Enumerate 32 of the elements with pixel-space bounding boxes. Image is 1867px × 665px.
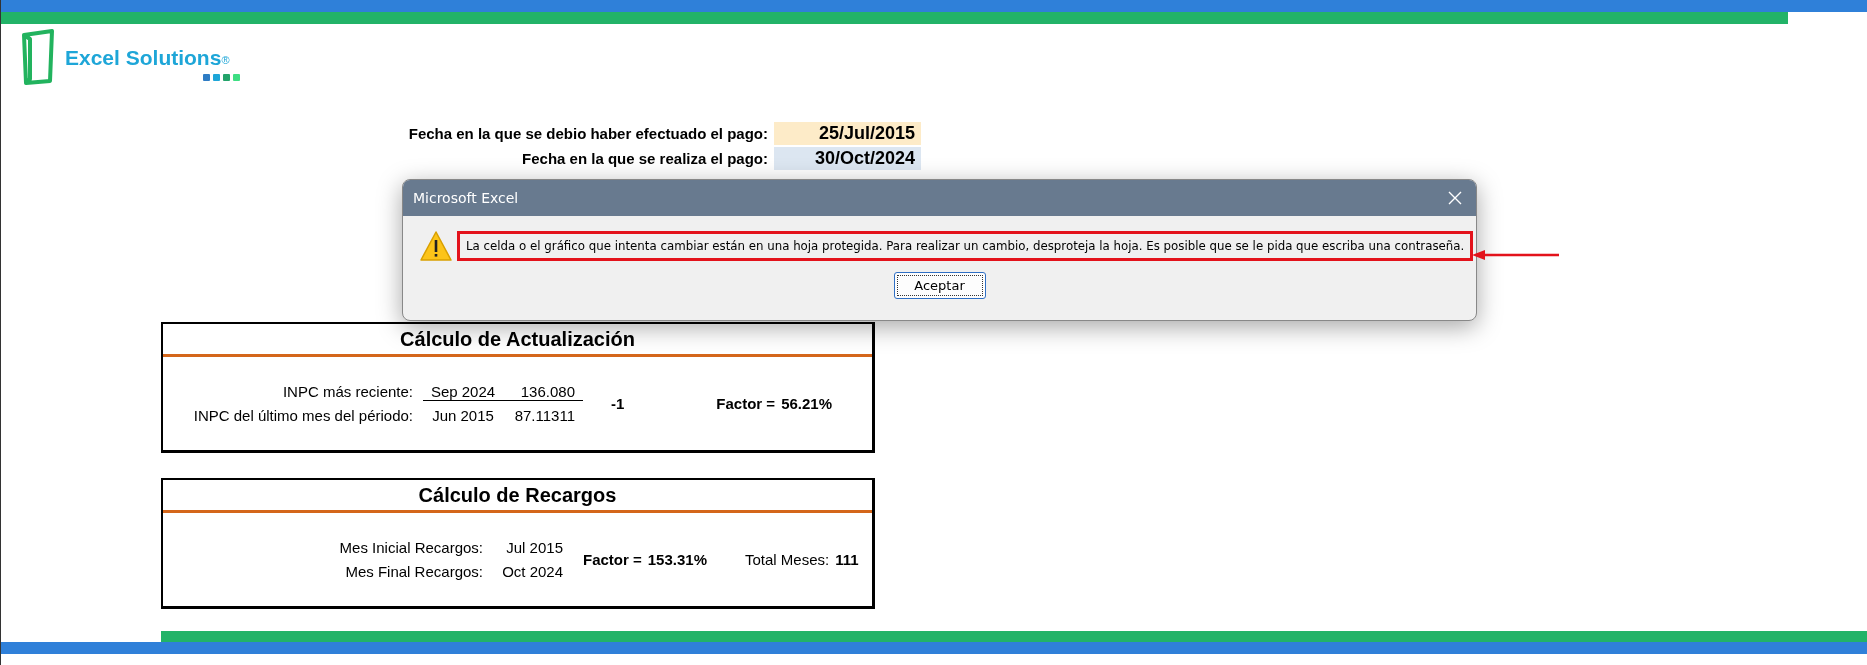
row-label: Mes Inicial Recargos: [339,539,484,556]
result-value: -1 [611,395,625,412]
row-label: INPC más reciente: [282,383,414,400]
logo-wordmark: Excel Solutions [65,46,222,70]
close-icon[interactable] [1448,191,1462,205]
ok-button[interactable]: Aceptar [893,272,986,299]
warning-icon [419,230,453,262]
date-label: Fecha en la que se realiza el pago: [522,150,769,167]
squares-icon [203,74,241,82]
row-label: Mes Final Recargos: [345,563,484,580]
total-label: Total Meses: [745,551,830,568]
dialog-message: La celda o el gráfico que intenta cambiar están en una hoja protegida. Para realizar un cambio, desproteja la hoja. Es posible que se le pida que escriba una contraseña. [457,231,1474,261]
date-cell: 25/Jul/2015 [774,122,921,145]
door-logo-icon [21,29,55,85]
dialog-title: Microsoft Excel [413,190,519,206]
index-value: 136.080 [503,382,583,401]
month-value: Oct 2024 [501,563,564,580]
row-label: INPC del último mes del périodo: [193,407,414,424]
index-value: 87.11311 [513,407,576,424]
total-value: 111 [835,551,859,568]
date-cell: 30/Oct/2024 [774,147,921,170]
date-label: Fecha en la que se debio haber efectuado el pago: [408,125,769,142]
month-value: Jul 2015 [505,539,564,556]
factor-value: 153.31% [647,551,707,568]
factor-label: Factor = [716,395,776,412]
registered-mark: ® [221,54,230,66]
month-value: Sep 2024 [423,382,503,401]
month-value: Jun 2015 [431,407,495,424]
panel-title: Cálculo de Recargos [163,480,872,513]
factor-value: 56.21% [781,395,832,412]
panel-title: Cálculo de Actualización [163,324,872,357]
factor-label: Factor = [583,551,642,568]
